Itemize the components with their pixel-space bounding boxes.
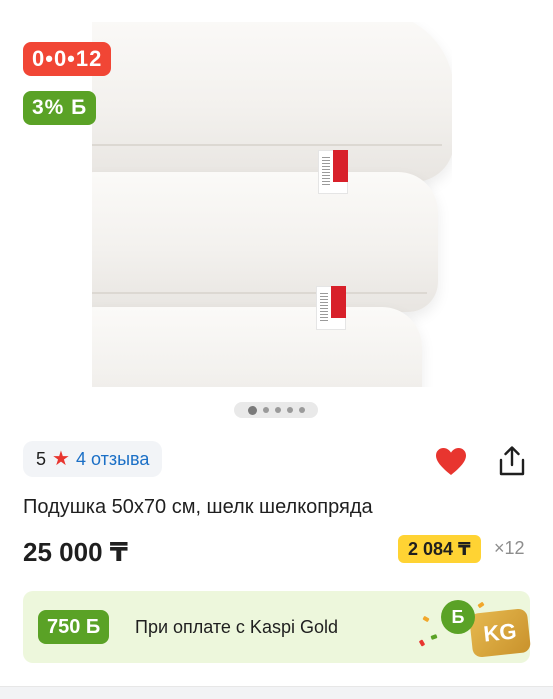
confetti-icon	[418, 639, 426, 647]
pillow-label-tag	[318, 150, 348, 194]
bonus-percent-badge: 3% Б	[23, 91, 97, 125]
pagination-dot[interactable]	[286, 407, 293, 413]
confetti-icon	[477, 601, 485, 609]
product-title: Подушка 50х70 см, шелк шелкопряда	[23, 496, 373, 518]
gallery-pagination[interactable]	[234, 402, 318, 418]
product-price: 25 000 ₸	[23, 537, 128, 567]
monthly-payment-badge[interactable]: 2 084 ₸	[398, 535, 481, 563]
confetti-icon	[430, 634, 438, 640]
pillow-image-bottom	[92, 307, 422, 387]
bonus-coin-icon: Б	[441, 600, 475, 634]
pagination-dot[interactable]	[247, 405, 257, 415]
kaspi-gold-banner[interactable]: 750 Б При оплате с Kaspi Gold KG Б	[23, 591, 532, 663]
star-icon: ★	[52, 448, 70, 470]
share-icon[interactable]	[497, 445, 527, 477]
pagination-dot[interactable]	[298, 407, 305, 413]
pillow-image-top	[92, 22, 452, 182]
reviews-link[interactable]: 4 отзыва	[76, 449, 149, 470]
pillow-label-tag	[316, 286, 346, 330]
next-section-divider	[0, 686, 553, 699]
pagination-dot[interactable]	[262, 407, 269, 413]
rating-score: 5	[36, 448, 47, 469]
product-photo[interactable]	[92, 22, 452, 387]
sale-timer-badge: 0•0•12	[23, 42, 112, 76]
kaspi-bonus-pill: 750 Б	[38, 610, 110, 644]
rating-reviews-chip[interactable]: 5 ★ 4 отзыва	[23, 441, 163, 477]
installment-months: ×12	[494, 538, 525, 558]
pagination-dot[interactable]	[274, 407, 281, 413]
pillow-image-middle	[92, 172, 438, 312]
pillow-seam	[92, 144, 442, 146]
heart-icon[interactable]	[435, 447, 467, 477]
kaspi-gold-label: При оплате с Kaspi Gold	[135, 617, 338, 637]
kaspi-gold-card-icon: KG	[468, 608, 532, 658]
product-image-gallery[interactable]: 0•0•12 3% Б	[0, 0, 553, 430]
confetti-icon	[422, 615, 430, 623]
pillow-seam	[92, 292, 427, 294]
